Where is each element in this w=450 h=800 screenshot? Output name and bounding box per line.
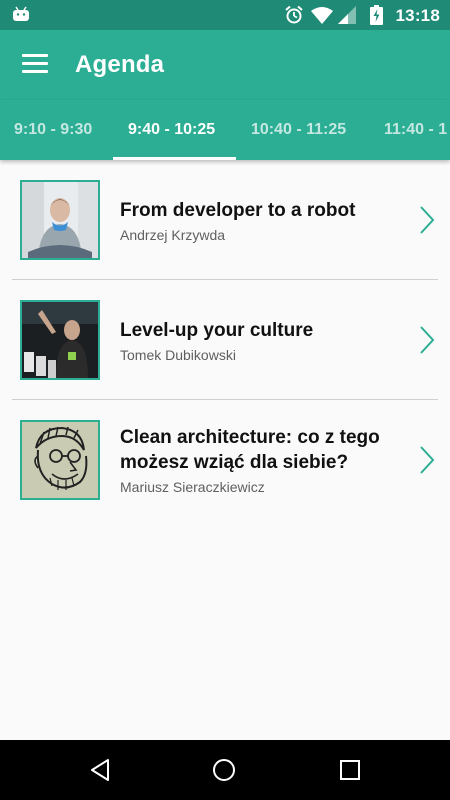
- list-item[interactable]: Clean architecture: co z tego możesz wzi…: [0, 400, 450, 520]
- hamburger-menu-icon[interactable]: [22, 54, 48, 74]
- tab-time-slot-active[interactable]: 9:40 - 10:25: [128, 100, 215, 160]
- app-bar: Agenda: [0, 30, 450, 100]
- navigation-bar: [0, 740, 450, 800]
- chevron-right-icon: [420, 326, 435, 354]
- list-item[interactable]: Level-up your culture Tomek Dubikowski: [0, 280, 450, 400]
- talk-title: Level-up your culture: [120, 319, 314, 341]
- talk-title: Clean architecture: co z tego możesz wzi…: [120, 427, 380, 473]
- chevron-right-icon: [420, 446, 435, 474]
- speaker-photo: [20, 300, 100, 380]
- talk-text: Clean architecture: co z tego możesz wzi…: [120, 400, 400, 520]
- time-slot-tabs: 9:10 - 9:30 9:40 - 10:25 10:40 - 11:25 1…: [0, 100, 450, 160]
- list-item[interactable]: From developer to a robot Andrzej Krzywd…: [0, 160, 450, 280]
- alarm-icon: [285, 5, 303, 24]
- agenda-list: From developer to a robot Andrzej Krzywd…: [0, 160, 450, 520]
- wifi-icon: [311, 7, 333, 24]
- tab-time-slot[interactable]: 11:40 - 1: [384, 100, 447, 160]
- talk-text: From developer to a robot Andrzej Krzywd…: [120, 160, 400, 280]
- talk-speaker: Andrzej Krzywda: [120, 226, 226, 243]
- speaker-sketch: [20, 420, 100, 500]
- status-bar: 13:18: [0, 0, 450, 30]
- home-icon[interactable]: [212, 758, 236, 782]
- recents-icon[interactable]: [338, 758, 362, 782]
- page-title: Agenda: [75, 51, 165, 78]
- talk-speaker: Tomek Dubikowski: [120, 346, 236, 363]
- tab-time-slot[interactable]: 10:40 - 11:25: [251, 100, 346, 160]
- battery-charging-icon: [370, 5, 383, 25]
- android-icon: [13, 6, 29, 21]
- talk-text: Level-up your culture Tomek Dubikowski: [120, 280, 400, 400]
- tab-time-slot[interactable]: 9:10 - 9:30: [14, 100, 92, 160]
- chevron-right-icon: [420, 206, 435, 234]
- signal-icon: [338, 6, 356, 24]
- back-icon[interactable]: [88, 758, 112, 782]
- speaker-photo: [20, 180, 100, 260]
- talk-speaker: Mariusz Sieraczkiewicz: [120, 479, 265, 495]
- status-time: 13:18: [395, 6, 440, 25]
- tab-indicator: [113, 157, 236, 160]
- screen: 13:18 Agenda 9:10 - 9:30 9:40 - 10:25 10…: [0, 0, 450, 800]
- talk-title: From developer to a robot: [120, 199, 356, 221]
